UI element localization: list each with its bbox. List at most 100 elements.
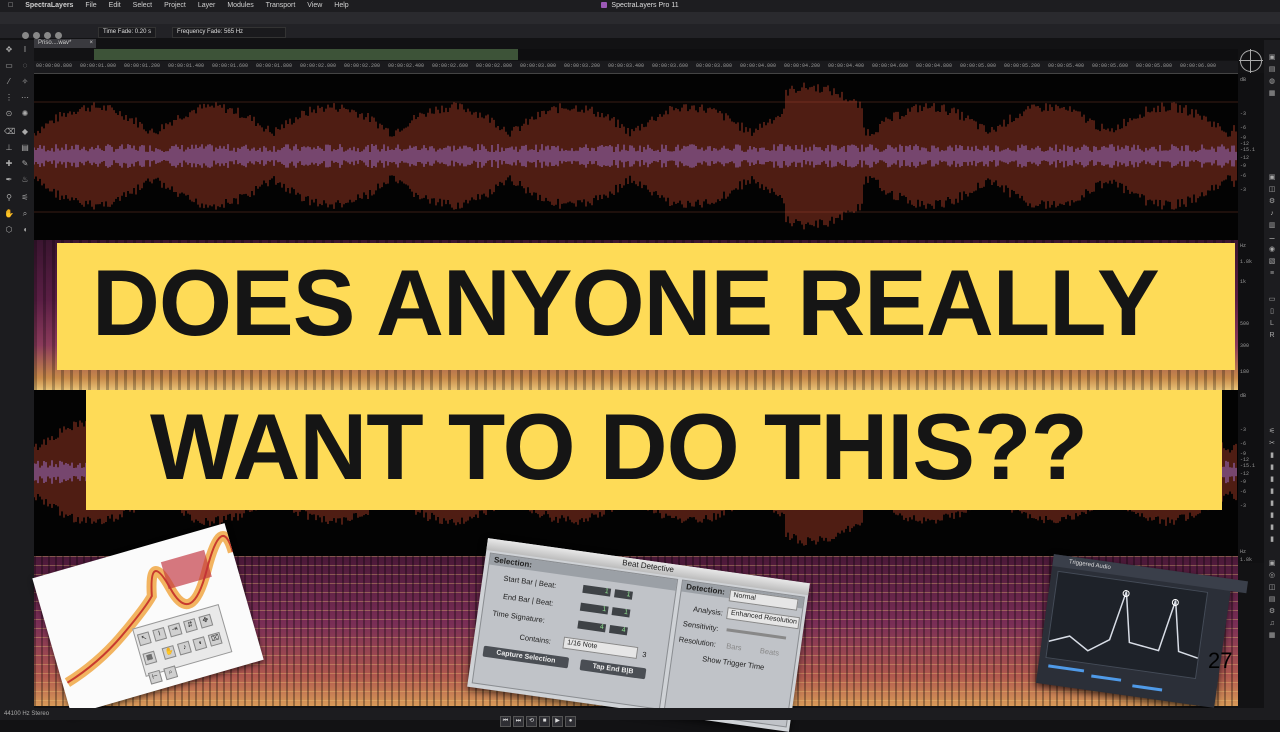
zoom-icon[interactable]: ⌕ <box>20 210 30 218</box>
panel-icon[interactable]: ▧ <box>1267 258 1277 265</box>
cursor-tool-icon[interactable]: I <box>20 46 30 54</box>
menu-select[interactable]: Select <box>133 2 152 9</box>
contains-select[interactable]: 1/16 Note <box>562 636 639 659</box>
menu-help[interactable]: Help <box>334 2 348 9</box>
panel-icon[interactable]: ▮ <box>1267 464 1277 471</box>
play-icon[interactable]: ▶ <box>552 716 563 727</box>
panel-icon[interactable]: ◫ <box>1267 584 1277 591</box>
toggle-b-icon[interactable] <box>33 32 40 39</box>
panel-icon[interactable]: ⚙ <box>1267 608 1277 615</box>
cut-tool-icon[interactable]: ⌧ <box>208 631 224 647</box>
move-tool-icon[interactable]: ✥ <box>198 613 214 629</box>
freq-select-icon[interactable]: ⋯ <box>20 94 30 102</box>
rewind-icon[interactable]: ⏮ <box>500 716 511 727</box>
overview-scrollbar[interactable] <box>94 49 1238 60</box>
menu-transport[interactable]: Transport <box>266 2 296 9</box>
parameter-slider[interactable] <box>1132 684 1163 692</box>
wand-icon[interactable]: ✧ <box>20 78 30 86</box>
panel-icon[interactable]: ▣ <box>1267 54 1277 61</box>
loop-icon[interactable]: ⟲ <box>526 716 537 727</box>
menu-view[interactable]: View <box>307 2 322 9</box>
document-tab[interactable]: Priso....wav* × <box>34 39 96 48</box>
panel-icon[interactable]: ⚟ <box>1267 428 1277 435</box>
panel-icon[interactable]: ⚙ <box>1267 198 1277 205</box>
menu-edit[interactable]: Edit <box>109 2 121 9</box>
frequency-fade-field[interactable]: Frequency Fade: 565 Hz <box>172 27 286 38</box>
speaker-icon[interactable]: ◖ <box>20 226 30 234</box>
panel-icon[interactable]: ▯ <box>1267 308 1277 315</box>
apple-icon[interactable]:  <box>8 2 13 9</box>
toggle-d-icon[interactable] <box>55 32 62 39</box>
toggle-a-icon[interactable] <box>22 32 29 39</box>
eraser-icon[interactable]: ⌫ <box>4 128 15 136</box>
panel-icon[interactable]: ▮ <box>1267 488 1277 495</box>
contains-count[interactable]: 3 <box>642 650 647 659</box>
show-trigger-checkbox[interactable]: Show Trigger Time <box>702 654 765 672</box>
pencil-icon[interactable]: ✎ <box>20 160 30 168</box>
panel-icon[interactable]: L <box>1267 320 1277 327</box>
close-icon[interactable]: × <box>89 39 93 48</box>
panel-icon[interactable]: ♫ <box>1267 620 1277 627</box>
arrow-tool-icon[interactable]: ↖ <box>136 631 152 647</box>
zoom-target-icon[interactable] <box>1239 49 1263 73</box>
panel-icon[interactable]: ▮ <box>1267 536 1277 543</box>
parameter-slider[interactable] <box>1048 664 1085 673</box>
resolution-bars-radio[interactable]: Bars <box>726 641 743 652</box>
dropper-icon[interactable]: ⚲ <box>4 194 14 202</box>
panel-icon[interactable]: ▮ <box>1267 524 1277 531</box>
waveform-channel-left[interactable] <box>34 74 1238 240</box>
sun-icon[interactable]: ✺ <box>20 110 30 118</box>
resolution-beats-radio[interactable]: Beats <box>759 646 779 658</box>
panel-icon[interactable]: ▮ <box>1267 476 1277 483</box>
lasso-icon[interactable]: ◌ <box>20 62 30 70</box>
record-icon[interactable]: ● <box>565 716 576 727</box>
panel-icon[interactable]: ✂ <box>1267 440 1277 447</box>
speaker-tool-icon[interactable]: ◖ <box>192 636 208 651</box>
panel-icon[interactable]: ▦ <box>1267 90 1277 97</box>
hand-tool-icon[interactable]: ✋ <box>162 644 177 660</box>
start-beat-field[interactable]: 1 <box>614 589 633 600</box>
analysis-select[interactable]: Enhanced Resolution <box>726 607 801 630</box>
panel-icon[interactable]: ≡ <box>1267 270 1277 277</box>
menu-file[interactable]: File <box>85 2 96 9</box>
harmonic-icon[interactable]: ⊙ <box>4 110 14 118</box>
pen-icon[interactable]: ✒ <box>4 176 14 184</box>
filter-icon[interactable]: ⚟ <box>20 194 30 202</box>
stop-icon[interactable]: ■ <box>539 716 550 727</box>
zoom-tool-icon[interactable]: ⌕ <box>163 665 179 681</box>
panel-icon[interactable]: ◉ <box>1267 246 1277 253</box>
panel-icon[interactable]: ▮ <box>1267 500 1277 507</box>
cursor-tool-icon[interactable]: I <box>152 626 168 642</box>
toggle-c-icon[interactable] <box>44 32 51 39</box>
panel-icon[interactable]: ▣ <box>1267 560 1277 567</box>
ruler-tool-icon[interactable]: ⊢ <box>147 669 163 685</box>
panel-icon[interactable]: ▥ <box>1267 222 1277 229</box>
panel-icon[interactable]: ▤ <box>1267 596 1277 603</box>
move-tool-icon[interactable]: ✥ <box>4 46 14 54</box>
panel-icon[interactable]: ▭ <box>1267 296 1277 303</box>
panel-icon[interactable]: R <box>1267 332 1277 339</box>
menu-project[interactable]: Project <box>164 2 186 9</box>
cube-icon[interactable]: ⬡ <box>4 226 14 234</box>
signature-numerator-field[interactable]: 4 <box>577 620 607 633</box>
menu-layer[interactable]: Layer <box>198 2 216 9</box>
end-bar-field[interactable]: 1 <box>579 602 609 615</box>
panel-icon[interactable]: ◫ <box>1267 186 1277 193</box>
overview-selection[interactable] <box>94 49 518 60</box>
rect-select-icon[interactable]: ▭ <box>4 62 14 70</box>
forward-icon[interactable]: ⏭ <box>513 716 524 727</box>
menu-modules[interactable]: Modules <box>227 2 253 9</box>
panel-icon[interactable]: ◎ <box>1267 572 1277 579</box>
end-beat-field[interactable]: 1 <box>611 607 631 618</box>
fill-icon[interactable]: ▤ <box>20 144 30 152</box>
panel-icon[interactable]: ♪ <box>1267 210 1277 217</box>
shape-icon[interactable]: ◆ <box>20 128 30 136</box>
mic-tool-icon[interactable]: ♪ <box>177 640 193 656</box>
capture-selection-button[interactable]: Capture Selection <box>482 645 570 669</box>
freq-tool-icon[interactable]: ⇵ <box>183 618 198 633</box>
time-fade-field[interactable]: Time Fade: 0.20 s <box>98 27 157 38</box>
grid-tool-icon[interactable]: ▦ <box>142 650 158 666</box>
panel-icon[interactable]: ▤ <box>1267 66 1277 73</box>
smudge-icon[interactable]: ♨ <box>20 176 30 184</box>
menu-app-name[interactable]: SpectraLayers <box>25 2 73 9</box>
